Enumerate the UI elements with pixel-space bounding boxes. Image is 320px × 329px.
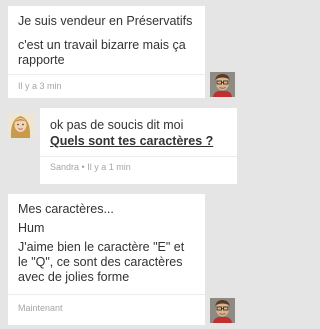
sandra-avatar[interactable]	[8, 113, 33, 138]
message-2-sender[interactable]: Sandra	[50, 162, 79, 172]
message-2-line-1: ok pas de soucis dit moi	[50, 118, 184, 132]
man-glasses-icon	[210, 72, 235, 97]
user-avatar-1[interactable]	[210, 72, 235, 97]
message-1-divider	[8, 74, 205, 75]
message-2-divider	[40, 156, 237, 157]
message-3-line-2: Hum	[18, 221, 45, 235]
message-bubble-2: ok pas de soucis dit moi Quels sont tes …	[40, 108, 237, 184]
message-3-timestamp: Maintenant	[18, 303, 63, 313]
message-2-meta: Sandra • Il y a 1 min	[50, 162, 131, 173]
message-bubble-1: Je suis vendeur en Préservatifs c'est un…	[8, 6, 205, 98]
message-2-timestamp: Il y a 1 min	[87, 162, 131, 172]
message-1-timestamp: Il y a 3 min	[18, 81, 62, 91]
message-2-separator: •	[79, 162, 88, 172]
man-glasses-icon	[210, 298, 235, 323]
message-2-link[interactable]: Quels sont tes caractères ?	[50, 134, 213, 149]
message-1-line-3: rapporte	[18, 53, 65, 67]
message-3-line-4: le "Q", ce sont des caractères	[18, 255, 183, 269]
message-1-line-2: c'est un travail bizarre mais ça	[18, 38, 186, 52]
user-avatar-3[interactable]	[210, 298, 235, 323]
message-3-line-1: Mes caractères...	[18, 202, 114, 216]
message-3-divider	[8, 294, 205, 295]
message-1-line-1: Je suis vendeur en Préservatifs	[18, 14, 193, 28]
woman-icon	[8, 113, 33, 138]
message-bubble-3: Mes caractères... Hum J'aime bien le car…	[8, 194, 205, 325]
message-3-line-5: avec de jolies forme	[18, 270, 130, 284]
message-3-line-3: J'aime bien le caractère "E" et	[18, 240, 185, 254]
